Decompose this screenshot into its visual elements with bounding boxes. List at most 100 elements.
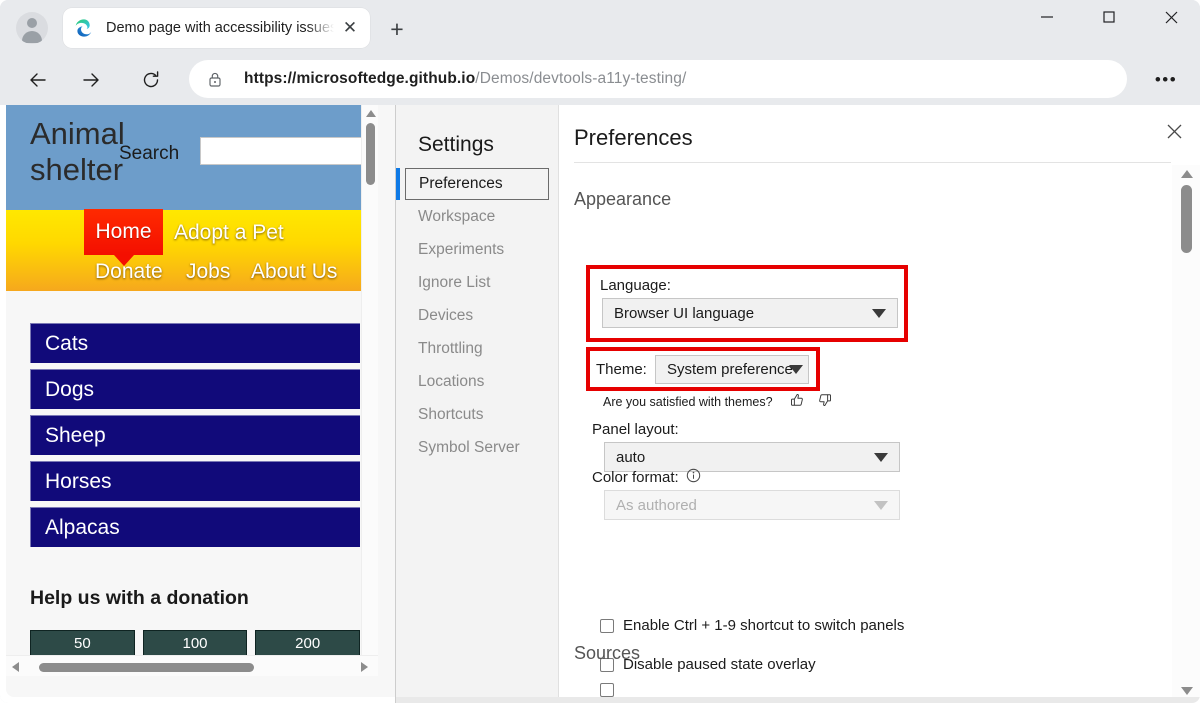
theme-label: Theme: [596, 361, 647, 378]
sidebar-item-label: Shortcuts [418, 406, 483, 424]
window-close-icon[interactable] [1148, 0, 1194, 34]
chevron-down-icon [874, 453, 888, 462]
scroll-left-arrow-icon[interactable] [12, 662, 19, 672]
browser-tab[interactable]: Demo page with accessibility issues ✕ [63, 8, 370, 48]
close-icon[interactable] [1158, 115, 1190, 147]
sidebar-item-shortcuts[interactable]: Shortcuts [396, 398, 559, 431]
title-divider [574, 162, 1171, 163]
nav-link-home[interactable]: Home [84, 209, 163, 255]
theme-feedback-question: Are you satisfied with themes? [603, 395, 773, 409]
page-title: Preferences [574, 125, 693, 151]
scroll-right-arrow-icon[interactable] [361, 662, 368, 672]
devtools-vertical-scrollbar[interactable] [1172, 165, 1200, 703]
theme-select[interactable]: System preference [655, 355, 809, 384]
site-nav: Home Adopt a Pet Donate Jobs About Us [6, 210, 378, 291]
thumbs-down-icon[interactable] [818, 393, 832, 410]
checkbox-icon[interactable] [600, 683, 614, 697]
panel-layout-value: auto [616, 449, 645, 466]
color-format-label-row: Color format: [592, 468, 701, 487]
page-horizontal-scroll-thumb[interactable] [39, 663, 254, 672]
reload-icon[interactable] [133, 62, 169, 98]
web-page-frame: Animal shelter Search Home Adopt a Pet D… [6, 105, 395, 697]
color-format-label: Color format: [592, 469, 679, 486]
checkbox-label: Disable paused state overlay [623, 656, 816, 673]
page-vertical-scrollbar[interactable] [361, 105, 378, 676]
color-format-select: As authored [604, 490, 900, 520]
search-label: Search [119, 143, 179, 165]
settings-title: Settings [418, 133, 494, 157]
nav-link-about-us[interactable]: About Us [251, 260, 337, 284]
color-format-value: As authored [616, 497, 697, 514]
section-heading-appearance: Appearance [574, 189, 671, 210]
settings-nav-list: Preferences Workspace Experiments Ignore… [396, 168, 559, 464]
language-select[interactable]: Browser UI language [602, 298, 898, 328]
nav-link-donate[interactable]: Donate [95, 260, 163, 284]
donation-amount-200[interactable]: 200 [255, 630, 360, 656]
list-item[interactable]: Horses [30, 461, 360, 501]
browser-more-icon[interactable]: ••• [1148, 62, 1184, 98]
chevron-down-icon [872, 309, 886, 318]
sidebar-item-label: Preferences [419, 175, 503, 193]
sidebar-item-ignore-list[interactable]: Ignore List [396, 266, 559, 299]
checkbox-icon[interactable] [600, 619, 614, 633]
maximize-icon[interactable] [1086, 0, 1132, 34]
scroll-down-arrow-icon[interactable] [1181, 687, 1193, 695]
sidebar-item-preferences[interactable]: Preferences [405, 168, 549, 200]
page-vertical-scroll-thumb[interactable] [366, 123, 375, 185]
sidebar-item-symbol-server[interactable]: Symbol Server [396, 431, 559, 464]
tab-strip: Demo page with accessibility issues ✕ + [0, 0, 1200, 56]
checkbox-row-sources-clipped[interactable] [600, 683, 623, 697]
scroll-up-arrow-icon[interactable] [1181, 170, 1193, 178]
nav-link-jobs[interactable]: Jobs [186, 260, 230, 284]
avatar[interactable] [16, 12, 48, 44]
animal-label: Sheep [45, 424, 106, 448]
forward-icon[interactable] [73, 62, 109, 98]
checkbox-row-enable-ctrl-shortcut[interactable]: Enable Ctrl + 1-9 shortcut to switch pan… [600, 617, 904, 634]
animal-label: Horses [45, 470, 112, 494]
nav-link-adopt-a-pet[interactable]: Adopt a Pet [174, 221, 284, 245]
devtools-vertical-scroll-thumb[interactable] [1181, 185, 1192, 253]
minimize-icon[interactable] [1024, 0, 1070, 34]
address-bar[interactable]: https://microsoftedge.github.io/Demos/de… [189, 60, 1127, 98]
sidebar-item-label: Throttling [418, 340, 483, 358]
animal-category-list: Cats Dogs Sheep Horses Alpacas [30, 323, 360, 553]
list-item[interactable]: Sheep [30, 415, 360, 455]
donation-amount-100[interactable]: 100 [143, 630, 248, 656]
url-text: https://microsoftedge.github.io/Demos/de… [244, 70, 686, 88]
devtools-settings-sidebar: Settings Preferences Workspace Experimen… [396, 105, 559, 703]
sidebar-item-label: Ignore List [418, 274, 490, 292]
sidebar-item-workspace[interactable]: Workspace [396, 200, 559, 233]
page-horizontal-scrollbar[interactable] [6, 655, 378, 676]
sidebar-item-experiments[interactable]: Experiments [396, 233, 559, 266]
preferences-scroll-area: Appearance Language: Browser UI language… [560, 165, 1172, 703]
lock-icon [207, 71, 223, 88]
list-item[interactable]: Alpacas [30, 507, 360, 547]
search-input[interactable] [200, 137, 378, 165]
list-item[interactable]: Cats [30, 323, 360, 363]
language-label: Language: [600, 277, 671, 294]
info-icon[interactable] [686, 468, 701, 487]
scroll-up-arrow-icon[interactable] [366, 110, 376, 117]
theme-value: System preference [667, 361, 793, 378]
donation-amount-group: 50 100 200 [30, 630, 360, 656]
site-header: Animal shelter Search [6, 105, 378, 210]
list-item[interactable]: Dogs [30, 369, 360, 409]
browser-window: Demo page with accessibility issues ✕ + [0, 0, 1200, 703]
new-tab-icon[interactable]: + [382, 14, 412, 44]
animal-label: Alpacas [45, 516, 120, 540]
panel-layout-label: Panel layout: [592, 421, 679, 438]
section-heading-sources: Sources [574, 643, 640, 664]
close-icon[interactable]: ✕ [338, 16, 362, 40]
sidebar-item-locations[interactable]: Locations [396, 365, 559, 398]
back-icon[interactable] [20, 62, 56, 98]
sidebar-item-devices[interactable]: Devices [396, 299, 559, 332]
sidebar-item-label: Symbol Server [418, 439, 520, 457]
donation-amount-50[interactable]: 50 [30, 630, 135, 656]
tab-title: Demo page with accessibility issues [106, 20, 334, 36]
sidebar-item-throttling[interactable]: Throttling [396, 332, 559, 365]
thumbs-up-icon[interactable] [790, 393, 804, 410]
devtools-bottom-edge [396, 697, 1200, 703]
web-page-content: Animal shelter Search Home Adopt a Pet D… [6, 105, 378, 676]
checkbox-label: Enable Ctrl + 1-9 shortcut to switch pan… [623, 617, 904, 634]
sidebar-item-label: Locations [418, 373, 484, 391]
